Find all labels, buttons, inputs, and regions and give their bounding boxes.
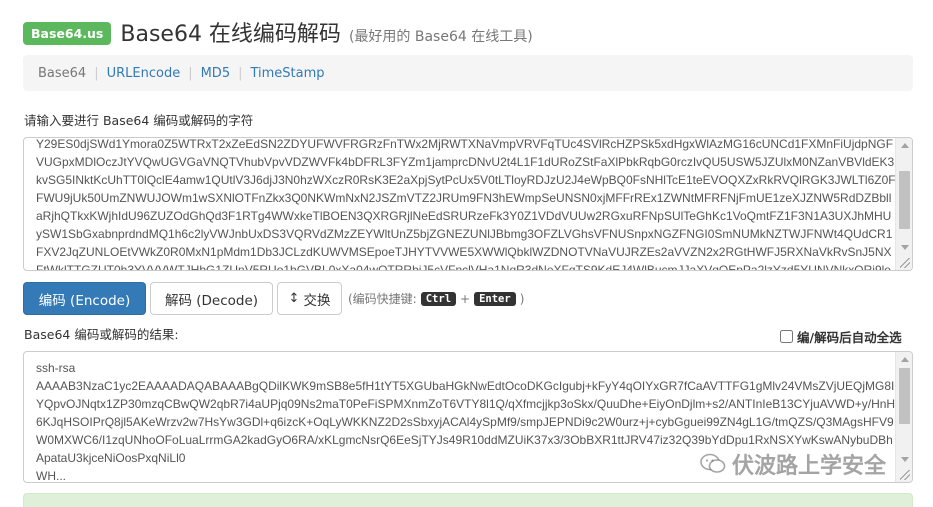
input-label: 请输入要进行 Base64 编码或解码的字符 [24, 113, 254, 128]
resize-handle-icon[interactable] [900, 470, 910, 480]
auto-select-label: 编/解码后自动全选 [797, 330, 902, 345]
output-label: Base64 编码或解码的结果: [24, 327, 179, 342]
tool-nav: Base64 | URLEncode | MD5 | TimeStamp [23, 55, 913, 91]
shortcut-hint-prefix: (编码快捷键: [348, 292, 417, 306]
swap-arrows-icon: ↕ [288, 291, 300, 306]
scroll-up-arrow-icon[interactable] [901, 143, 909, 148]
nav-separator: | [238, 65, 243, 81]
shortcut-hint: (编码快捷键: Ctrl + Enter ) [348, 290, 524, 307]
scroll-up-arrow-icon[interactable] [901, 357, 909, 362]
auto-select-option[interactable]: 编/解码后自动全选 [780, 327, 902, 346]
watermark-text: 伏波路上学安全 [732, 454, 887, 479]
nav-item-base64: Base64 [38, 65, 87, 81]
kbd-ctrl: Ctrl [420, 291, 457, 306]
watermark: 伏波路上学安全 [700, 448, 886, 480]
page-header: Base64.us Base64 在线编码解码 (最好用的 Base64 在线工… [23, 16, 533, 48]
nav-separator: | [94, 65, 99, 81]
status-alert [23, 493, 913, 507]
nav-separator: | [188, 65, 193, 81]
input-scrollbar[interactable] [895, 138, 912, 270]
page-subtitle: (最好用的 Base64 在线工具) [348, 29, 533, 45]
scrollbar-thumb[interactable] [899, 171, 910, 229]
input-text[interactable]: Y29ES0djSWd1Ymora0Z5WTRxT2xZeEdSN2ZDYUFW… [36, 138, 896, 270]
swap-button-label: 交换 [303, 292, 331, 309]
nav-item-md5[interactable]: MD5 [201, 66, 231, 81]
shortcut-hint-suffix: ) [519, 291, 525, 306]
page-title: Base64 在线编码解码 [120, 22, 341, 47]
scroll-down-arrow-icon[interactable] [901, 245, 909, 250]
resize-handle-icon[interactable] [900, 258, 910, 268]
kbd-plus: + [460, 291, 471, 306]
site-badge[interactable]: Base64.us [23, 22, 112, 45]
kbd-enter: Enter [474, 291, 516, 306]
swap-button[interactable]: ↕ 交换 [277, 282, 342, 315]
input-textarea[interactable]: Y29ES0djSWd1Ymora0Z5WTRxT2xZeEdSN2ZDYUFW… [23, 137, 913, 271]
output-scrollbar[interactable] [895, 352, 912, 482]
decode-button[interactable]: 解码 (Decode) [150, 282, 273, 315]
scroll-down-arrow-icon[interactable] [901, 457, 909, 462]
auto-select-checkbox[interactable] [780, 330, 793, 343]
nav-item-urlencode[interactable]: URLEncode [107, 66, 181, 81]
nav-item-timestamp[interactable]: TimeStamp [250, 66, 324, 81]
scrollbar-thumb[interactable] [899, 368, 910, 424]
encode-button[interactable]: 编码 (Encode) [23, 282, 146, 315]
wechat-icon [700, 453, 726, 473]
